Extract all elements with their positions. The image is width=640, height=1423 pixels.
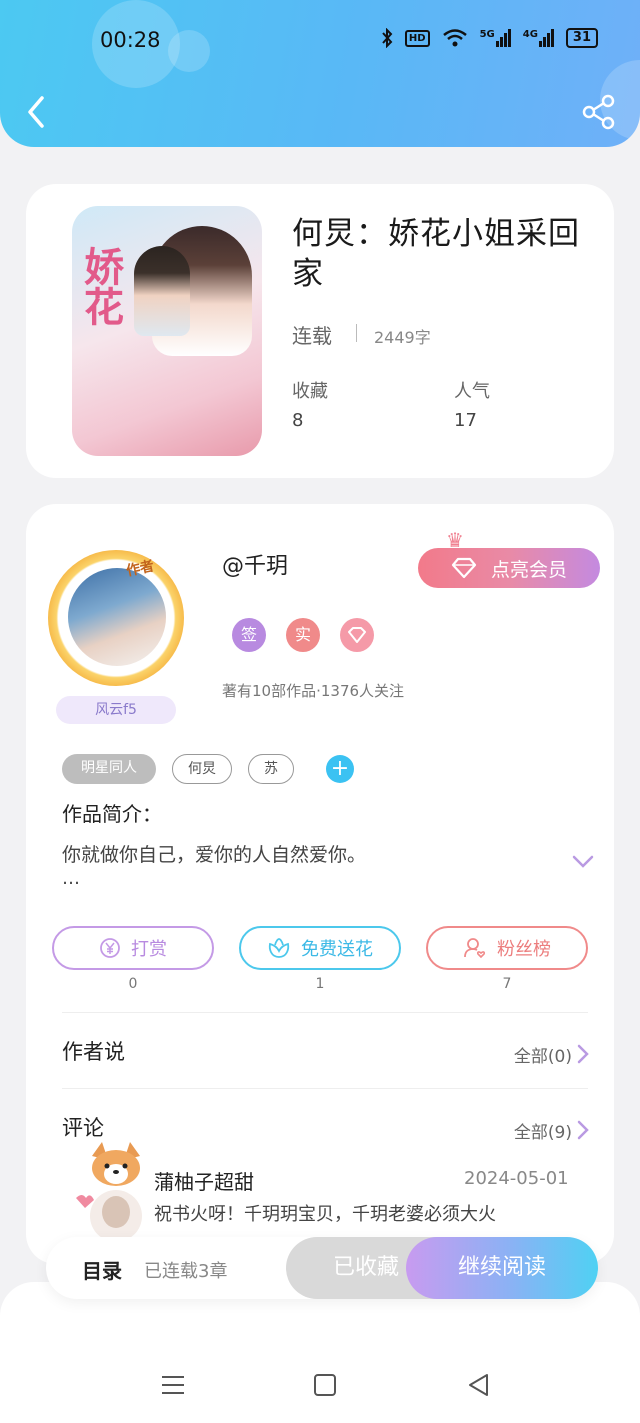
send-flower-label: 免费送花 bbox=[301, 939, 373, 960]
decor-bubble bbox=[168, 30, 210, 72]
vip-button[interactable]: 点亮会员 bbox=[418, 548, 600, 588]
corgi-avatar-image bbox=[76, 1142, 142, 1242]
back-triangle-icon[interactable] bbox=[466, 1372, 492, 1398]
collect-value: 8 bbox=[292, 410, 304, 431]
continue-reading-button[interactable]: 继续阅读 bbox=[406, 1237, 598, 1299]
fans-rank-button[interactable]: 粉丝榜 bbox=[426, 926, 588, 970]
reward-button[interactable]: 打赏 bbox=[52, 926, 214, 970]
author-name[interactable]: @千玥 bbox=[222, 548, 288, 580]
header: 00:28 HD 5G 4G 31 bbox=[0, 0, 640, 147]
tag-item[interactable]: 明星同人 bbox=[62, 754, 156, 784]
add-tag-button[interactable]: + bbox=[326, 755, 354, 783]
share-icon[interactable] bbox=[582, 94, 616, 130]
chevron-right-icon[interactable] bbox=[576, 1044, 590, 1064]
reward-count: 0 bbox=[128, 976, 138, 992]
hd-icon: HD bbox=[404, 29, 430, 47]
author-stats: 著有10部作品·1376人关注 bbox=[222, 682, 405, 700]
system-nav-bar bbox=[0, 1282, 640, 1423]
toc-button[interactable]: 目录 bbox=[82, 1255, 122, 1284]
fans-count: 7 bbox=[502, 976, 512, 992]
divider bbox=[356, 324, 357, 342]
popularity-value: 17 bbox=[454, 410, 477, 431]
home-square-icon[interactable] bbox=[312, 1372, 338, 1398]
send-flower-button[interactable]: 免费送花 bbox=[239, 926, 401, 970]
comment-date: 2024-05-01 bbox=[464, 1168, 569, 1189]
divider bbox=[62, 1088, 588, 1089]
commenter-avatar[interactable] bbox=[76, 1138, 158, 1242]
author-card: 作者 风云f5 @千玥 ♛ 点亮会员 签 实 著有10部作品·1376人关注 明… bbox=[26, 504, 614, 1264]
yen-icon bbox=[100, 938, 120, 958]
divider bbox=[62, 1012, 588, 1013]
back-arrow-icon[interactable] bbox=[22, 94, 52, 130]
comment-username[interactable]: 蒲柚子超甜 bbox=[154, 1166, 254, 1195]
book-info-card: 娇花 何炅：娇花小姐采回家 连载 2449字 收藏 8 人气 17 bbox=[26, 184, 614, 478]
verified-badge[interactable]: 实 bbox=[286, 618, 320, 652]
bluetooth-icon bbox=[382, 28, 393, 48]
fans-rank-label: 粉丝榜 bbox=[497, 939, 551, 960]
word-count: 2449字 bbox=[374, 328, 431, 347]
chevron-right-icon[interactable] bbox=[576, 1120, 590, 1140]
intro-text: 你就做你自己，爱你的人自然爱你。 bbox=[62, 844, 367, 866]
comment-text: 祝书火呀！千玥玥宝贝，千玥老婆必须大火 bbox=[154, 1204, 496, 1225]
diamond-icon bbox=[348, 627, 366, 643]
diamond-icon bbox=[451, 557, 477, 579]
chevron-down-icon[interactable] bbox=[572, 854, 594, 870]
collect-label: 收藏 bbox=[292, 381, 328, 402]
status-time: 00:28 bbox=[100, 28, 161, 52]
tag-item[interactable]: 苏 bbox=[248, 754, 294, 784]
cover-title: 娇花 bbox=[77, 246, 123, 326]
author-says-title: 作者说 bbox=[62, 1040, 125, 1064]
wifi-icon bbox=[442, 29, 467, 47]
reward-label: 打赏 bbox=[131, 939, 167, 960]
4g-signal-icon: 4G bbox=[523, 29, 554, 47]
vip-button-label: 点亮会员 bbox=[490, 558, 567, 581]
rank-badge: 风云f5 bbox=[56, 696, 176, 724]
5g-signal-icon: 5G bbox=[480, 29, 511, 47]
menu-icon[interactable] bbox=[160, 1372, 186, 1398]
fan-user-icon bbox=[464, 938, 486, 959]
author-says-all[interactable]: 全部(0) bbox=[514, 1042, 572, 1067]
status-icons: HD 5G 4G 31 bbox=[381, 28, 598, 48]
serial-status: 连载 bbox=[292, 324, 332, 348]
diamond-badge[interactable] bbox=[340, 618, 374, 652]
author-avatar[interactable] bbox=[68, 568, 166, 666]
book-cover[interactable]: 娇花 bbox=[72, 206, 262, 456]
battery-icon: 31 bbox=[565, 28, 598, 48]
sign-badge[interactable]: 签 bbox=[232, 618, 266, 652]
bottom-action-bar: 目录 已连载3章 已收藏 继续阅读 bbox=[46, 1237, 598, 1299]
chapter-status: 已连载3章 bbox=[144, 1261, 228, 1282]
intro-label: 作品简介： bbox=[62, 802, 162, 826]
flower-icon bbox=[268, 938, 290, 958]
comments-all[interactable]: 全部(9) bbox=[514, 1118, 572, 1143]
cover-figure-image bbox=[134, 246, 190, 336]
tag-item[interactable]: 何炅 bbox=[172, 754, 232, 784]
popularity-label: 人气 bbox=[454, 381, 490, 402]
book-title: 何炅：娇花小姐采回家 bbox=[292, 216, 580, 292]
flower-count: 1 bbox=[315, 976, 325, 992]
intro-ellipsis: … bbox=[62, 868, 80, 889]
